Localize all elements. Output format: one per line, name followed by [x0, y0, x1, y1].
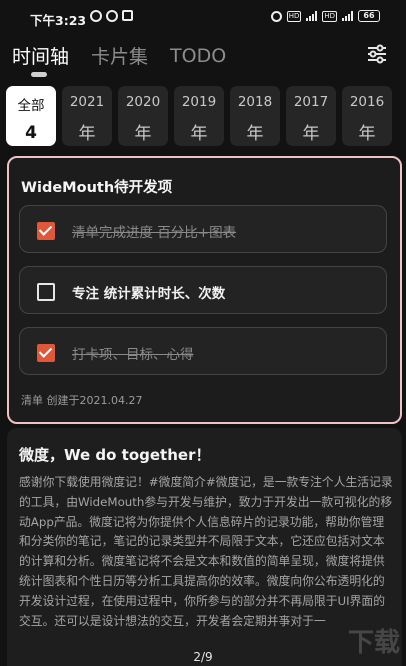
clock-icon	[106, 10, 118, 22]
year-chip-label: 2018	[237, 94, 273, 110]
todo-item-text: 清单完成进度 百分比+图表	[72, 225, 237, 241]
hd-badge-1: HD	[286, 10, 302, 22]
todo-list-card[interactable]: WideMouth待开发项 清单完成进度 百分比+图表 专注 统计累计时长、次数…	[7, 156, 402, 424]
signal-icon-2	[342, 11, 353, 21]
note-card-title: 微度，We do together！	[19, 446, 211, 464]
status-system-icons: HD HD 66	[270, 10, 380, 22]
year-chip-unit: 年	[134, 124, 152, 144]
todo-item[interactable]: 专注 统计累计时长、次数	[19, 266, 387, 314]
notification-icon	[122, 10, 133, 21]
year-chip-label: 2021	[69, 94, 105, 110]
todo-item[interactable]: 打卡项、目标、心得	[19, 327, 387, 375]
year-chip-label: 2020	[125, 94, 161, 110]
year-chip-2019[interactable]: 2019 年	[174, 86, 224, 146]
year-chip-2018[interactable]: 2018 年	[230, 86, 280, 146]
todo-card-title: WideMouth待开发项	[21, 180, 173, 196]
page-indicator: 2/9	[193, 650, 213, 664]
tab-card-collection[interactable]: 卡片集	[91, 42, 148, 69]
year-chip-unit: 年	[78, 124, 96, 144]
active-tab-indicator	[31, 72, 47, 77]
checkbox-unchecked-icon[interactable]	[37, 283, 55, 301]
year-filter-bar: 全部 4 2021 年 2020 年 2019 年 2018 年 2017 年 …	[6, 86, 392, 146]
year-chip-2017[interactable]: 2017 年	[286, 86, 336, 146]
year-chip-unit: 年	[302, 124, 320, 144]
link-icon	[270, 10, 282, 22]
todo-item[interactable]: 清单完成进度 百分比+图表	[19, 205, 387, 253]
year-chip-label: 2017	[293, 94, 329, 110]
watermark-logo: 下载	[347, 628, 400, 658]
todo-item-text: 打卡项、目标、心得	[72, 347, 194, 363]
battery-indicator: 66	[358, 10, 380, 22]
sliders-icon[interactable]	[366, 44, 388, 64]
alarm-icon	[90, 10, 102, 22]
year-chip-all[interactable]: 全部 4	[6, 86, 56, 146]
checkbox-checked-icon[interactable]	[37, 222, 55, 240]
year-chip-label: 全部	[17, 98, 45, 114]
checkbox-checked-icon[interactable]	[37, 344, 55, 362]
signal-icon-1	[306, 11, 318, 21]
status-time: 下午3:23	[30, 13, 87, 28]
todo-item-text: 专注 统计累计时长、次数	[72, 286, 226, 302]
note-card-body: 感谢你下载使用微度记！#微度简介#微度记，是一款专注个人生活记录的工具，由Wid…	[19, 475, 393, 628]
year-chip-unit: 年	[358, 124, 376, 144]
year-chip-unit: 年	[246, 124, 264, 144]
year-chip-2016[interactable]: 2016 年	[342, 86, 392, 146]
year-chip-label: 2019	[181, 94, 217, 110]
todo-card-meta: 清单 创建于2021.04.27	[21, 394, 143, 407]
hd-badge-2: HD	[322, 10, 337, 22]
year-chip-unit: 年	[190, 124, 208, 144]
note-card[interactable]: 微度，We do together！ 感谢你下载使用微度记！#微度简介#微度记，…	[7, 428, 402, 666]
status-bar: 下午3:23 HD HD 66	[0, 0, 406, 34]
year-chip-label: 2016	[349, 94, 385, 110]
year-chip-count: 4	[25, 123, 37, 143]
top-tab-bar: 时间轴 卡片集 TODO	[12, 42, 226, 69]
tab-timeline[interactable]: 时间轴	[12, 42, 69, 69]
year-chip-2021[interactable]: 2021 年	[62, 86, 112, 146]
status-notification-icons	[90, 10, 133, 22]
year-chip-2020[interactable]: 2020 年	[118, 86, 168, 146]
tab-todo[interactable]: TODO	[170, 45, 226, 67]
